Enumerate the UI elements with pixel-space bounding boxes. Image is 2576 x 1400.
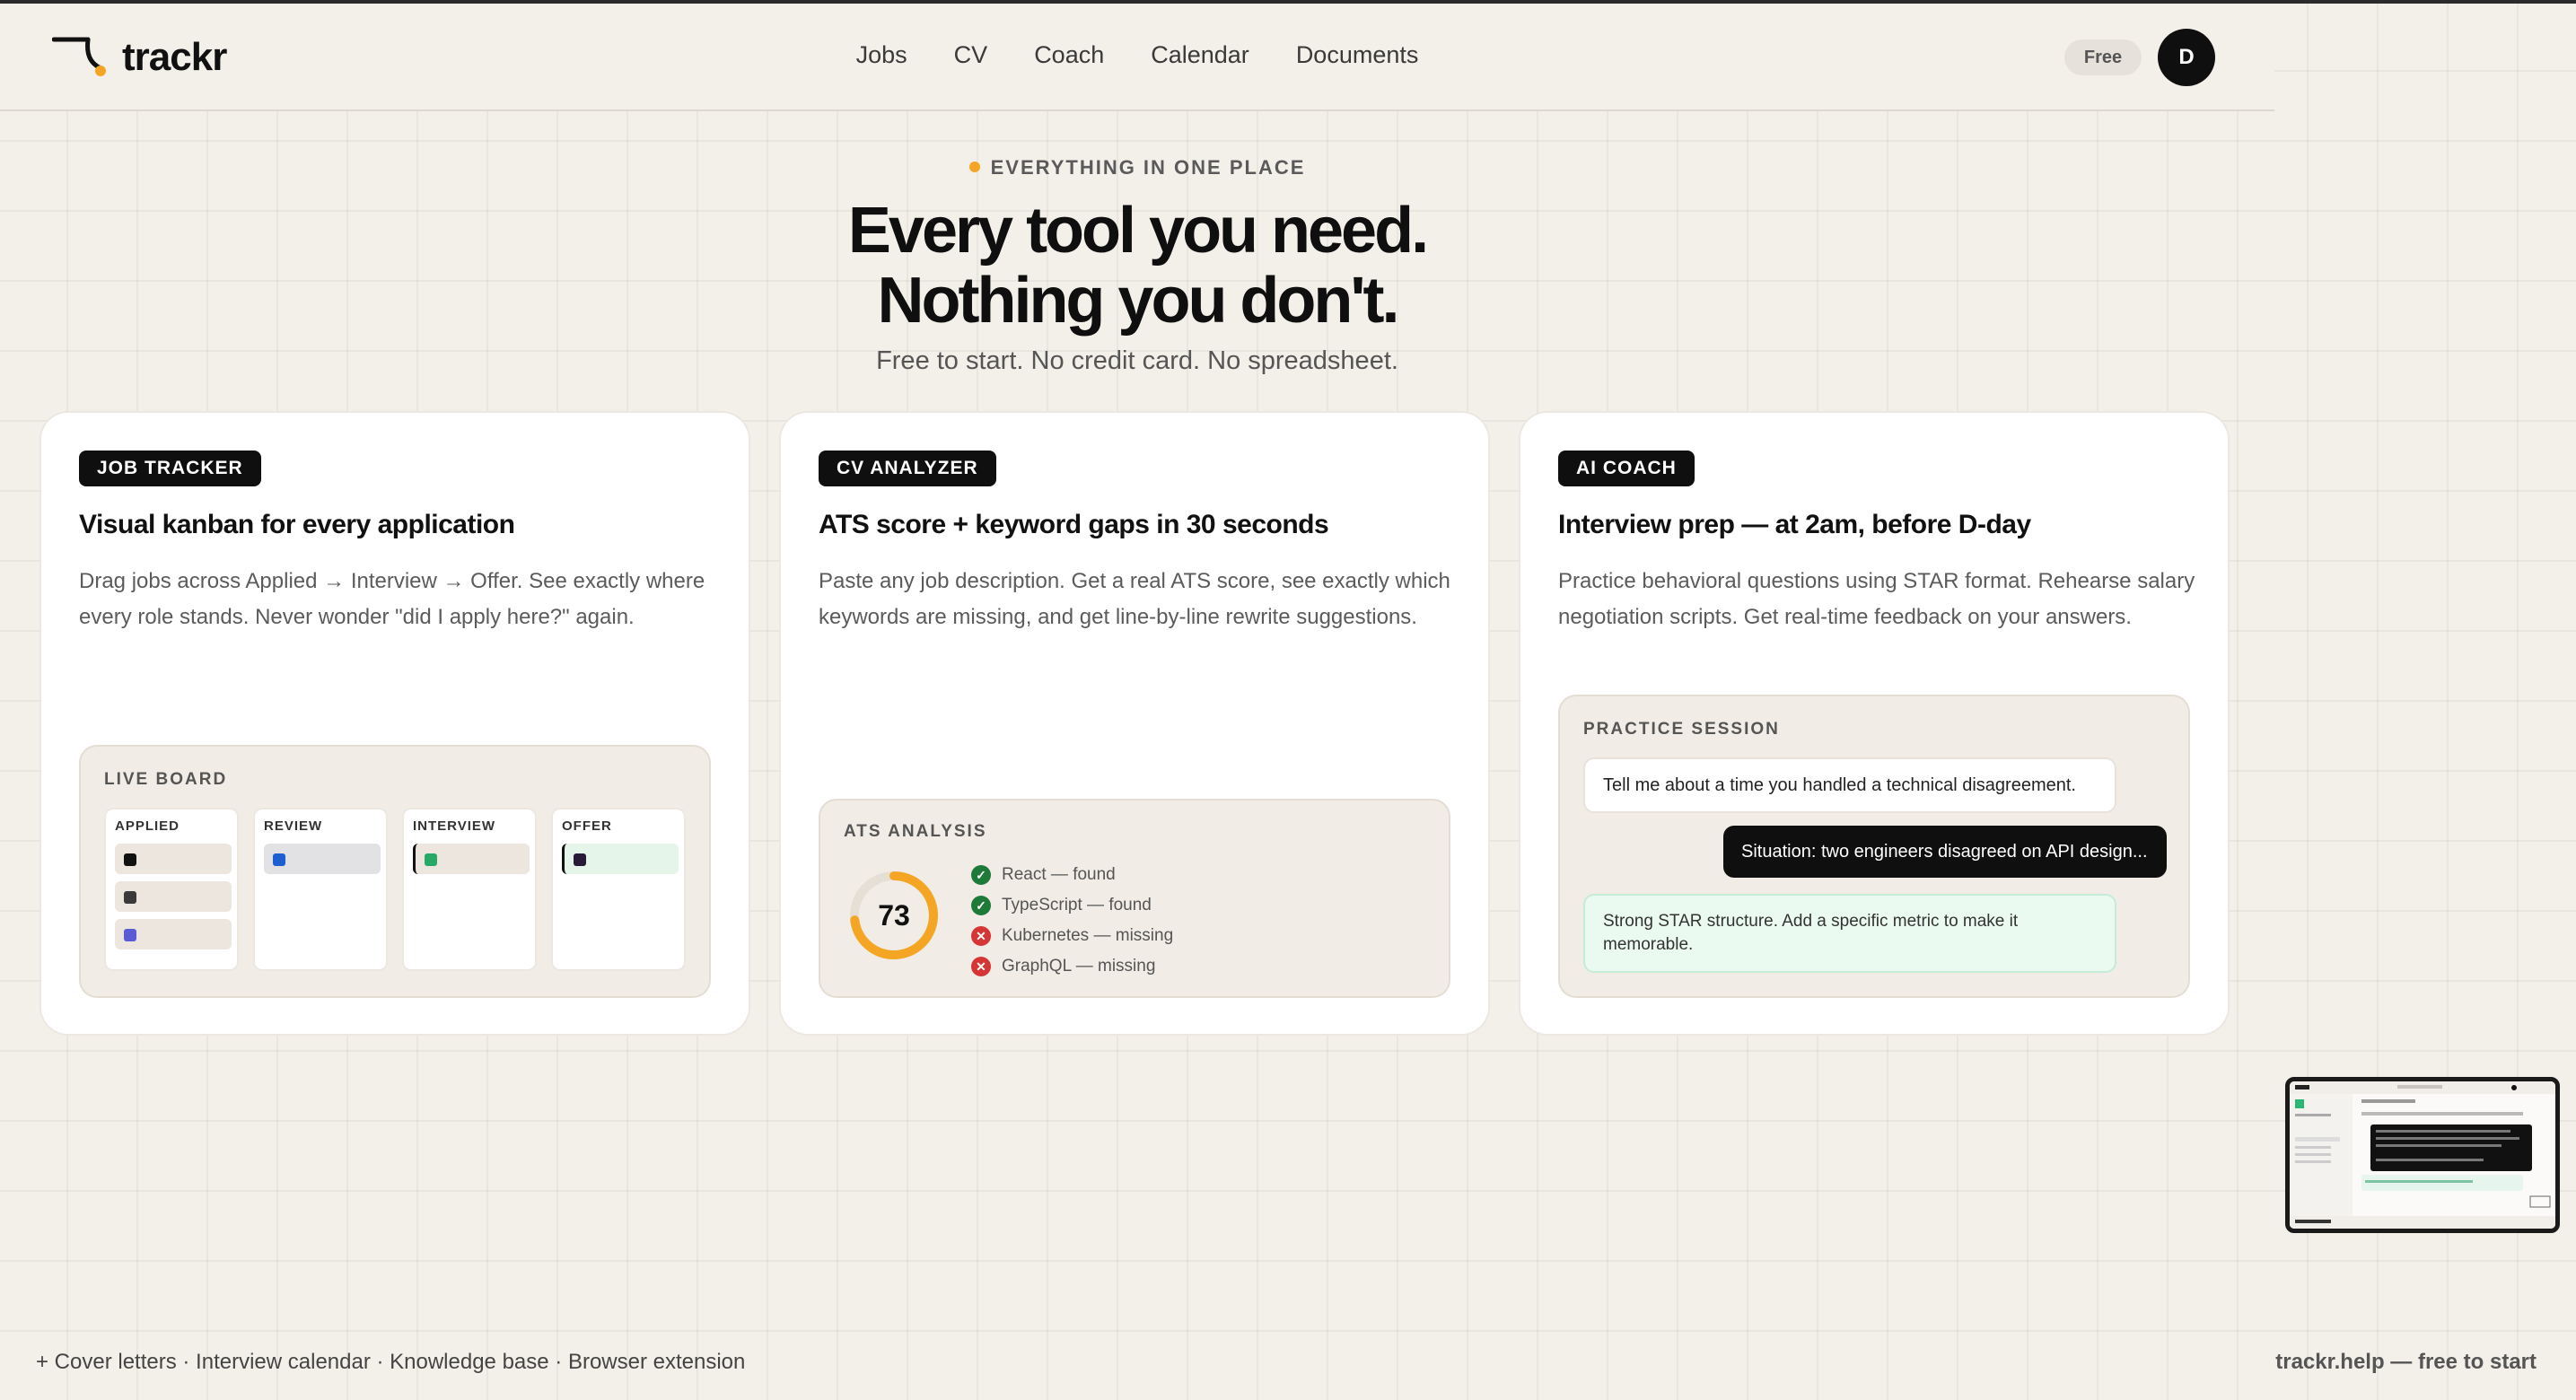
- check-icon: ✓: [971, 896, 991, 915]
- nav-documents[interactable]: Documents: [1296, 41, 1419, 69]
- column-title: INTERVIEW: [413, 818, 496, 834]
- keyword-text: React — found: [1002, 865, 1116, 884]
- hero-subtitle: Free to start. No credit card. No spread…: [876, 346, 1398, 375]
- job-card[interactable]: [413, 844, 530, 874]
- kanban-column-review[interactable]: REVIEW: [253, 808, 388, 971]
- nav-cv[interactable]: CV: [954, 41, 988, 69]
- card-description: Practice behavioral questions using STAR…: [1558, 569, 2195, 629]
- main-nav: Jobs CV Coach Calendar Documents: [0, 41, 2274, 69]
- card-description: Drag jobs across Applied → Interview → O…: [79, 569, 705, 629]
- job-card[interactable]: [562, 844, 679, 874]
- card-title: ATS score + keyword gaps in 30 seconds: [819, 510, 1329, 539]
- cv-analyzer-card[interactable]: CV ANALYZER ATS score + keyword gaps in …: [779, 411, 1490, 1036]
- footer-features: + Cover letters · Interview calendar · K…: [36, 1350, 746, 1374]
- cross-icon: ✕: [971, 957, 991, 976]
- keyword-item: ✓ React — found: [971, 860, 1173, 890]
- job-card[interactable]: [264, 844, 381, 874]
- job-card[interactable]: [115, 919, 232, 949]
- eyebrow-dot-icon: [968, 162, 980, 172]
- kanban-column-applied[interactable]: APPLIED: [104, 808, 239, 971]
- card-tag: JOB TRACKER: [79, 451, 261, 486]
- job-card[interactable]: [115, 844, 232, 874]
- card-title: Interview prep — at 2am, before D-day: [1558, 510, 2031, 539]
- column-title: REVIEW: [264, 818, 323, 834]
- app-header: trackr Jobs CV Coach Calendar Documents …: [0, 4, 2274, 111]
- user-avatar[interactable]: D: [2158, 29, 2215, 86]
- column-title: APPLIED: [115, 818, 180, 834]
- nav-jobs[interactable]: Jobs: [856, 41, 907, 69]
- keyword-text: Kubernetes — missing: [1002, 926, 1174, 945]
- coach-question-bubble: Tell me about a time you handled a techn…: [1583, 757, 2116, 813]
- footer-link[interactable]: trackr.help — free to start: [2275, 1350, 2537, 1375]
- card-tag: AI COACH: [1558, 451, 1695, 486]
- app-preview-thumbnail[interactable]: [2285, 1077, 2560, 1233]
- hero-title: Every tool you need. Nothing you don't.: [0, 196, 2274, 336]
- kanban-column-interview[interactable]: INTERVIEW: [402, 808, 537, 971]
- card-tag: CV ANALYZER: [819, 451, 996, 486]
- kanban-column-offer[interactable]: OFFER: [551, 808, 686, 971]
- card-title: Visual kanban for every application: [79, 510, 515, 539]
- job-tracker-card[interactable]: JOB TRACKER Visual kanban for every appl…: [39, 411, 750, 1036]
- live-board-panel: LIVE BOARD APPLIED REVIEW INTERVIEW OFFE…: [79, 745, 711, 998]
- nav-coach[interactable]: Coach: [1034, 41, 1104, 69]
- keyword-text: GraphQL — missing: [1002, 957, 1156, 976]
- keyword-item: ✓ TypeScript — found: [971, 890, 1173, 921]
- user-answer-bubble: Situation: two engineers disagreed on AP…: [1723, 826, 2167, 878]
- keyword-text: TypeScript — found: [1002, 896, 1152, 914]
- hero-eyebrow: EVERYTHING IN ONE PLACE: [0, 156, 2274, 179]
- cross-icon: ✕: [971, 926, 991, 946]
- ai-coach-card[interactable]: AI COACH Interview prep — at 2am, before…: [1519, 411, 2230, 1036]
- card-description: Paste any job description. Get a real AT…: [819, 569, 1450, 629]
- column-title: OFFER: [562, 818, 612, 834]
- check-icon: ✓: [971, 865, 991, 885]
- kanban-board: APPLIED REVIEW INTERVIEW OFFER: [104, 808, 686, 971]
- hero-title-line2: Nothing you don't.: [877, 265, 1400, 337]
- coach-feedback-bubble: Strong STAR structure. Add a specific me…: [1583, 894, 2116, 973]
- panel-label: ATS ANALYSIS: [844, 822, 987, 841]
- job-card[interactable]: [115, 881, 232, 912]
- hero-title-line1: Every tool you need.: [847, 195, 1429, 267]
- plan-badge[interactable]: Free: [2064, 39, 2142, 75]
- keyword-item: ✕ Kubernetes — missing: [971, 921, 1173, 951]
- keyword-list: ✓ React — found ✓ TypeScript — found ✕ Kube…: [971, 860, 1173, 982]
- eyebrow-text: EVERYTHING IN ONE PLACE: [990, 156, 1306, 179]
- ats-score-value: 73: [878, 898, 910, 932]
- practice-session-panel: PRACTICE SESSION Tell me about a time yo…: [1558, 695, 2190, 998]
- keyword-item: ✕ GraphQL — missing: [971, 951, 1173, 982]
- nav-calendar[interactable]: Calendar: [1151, 41, 1249, 69]
- ats-analysis-panel: ATS ANALYSIS 73 ✓ React — found ✓ TypeScri…: [819, 799, 1450, 998]
- panel-label: PRACTICE SESSION: [1583, 720, 1780, 739]
- panel-label: LIVE BOARD: [104, 770, 228, 789]
